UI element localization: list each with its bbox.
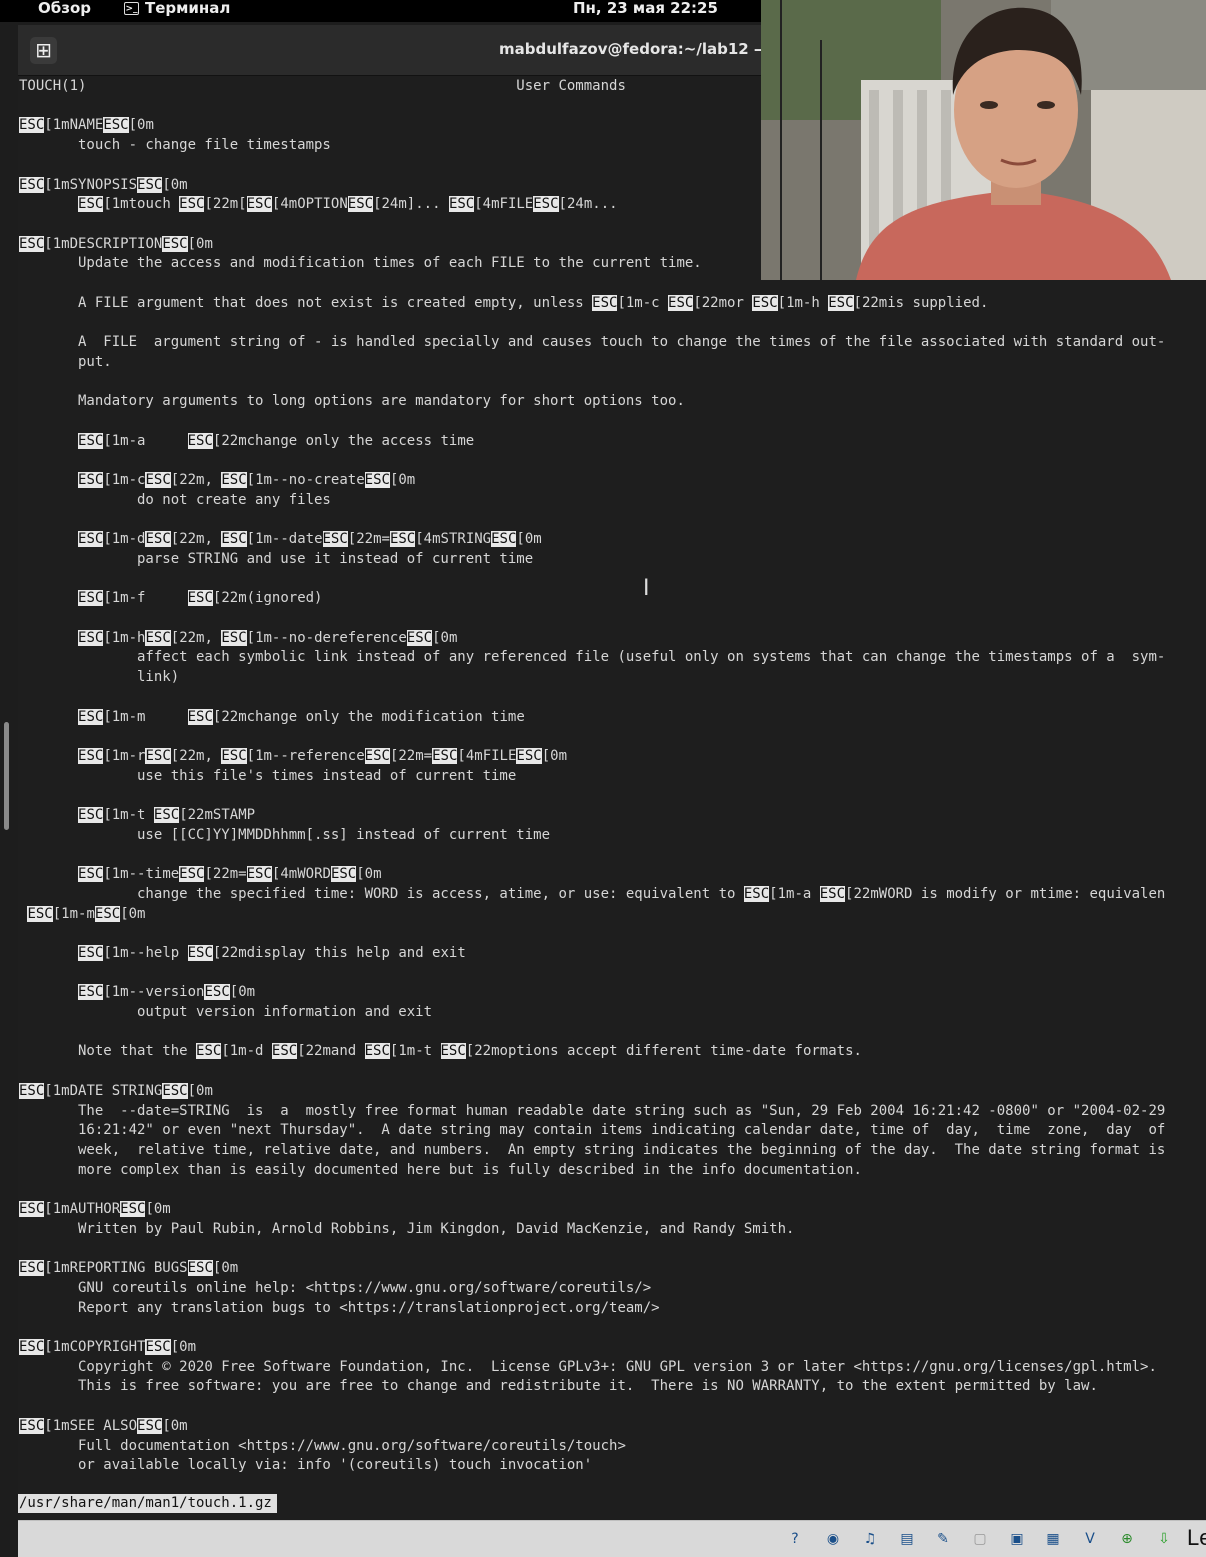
terminal-scrollbar-thumb[interactable] — [4, 722, 9, 830]
mouse-integration-icon[interactable]: ⊕ — [1115, 1527, 1139, 1551]
esc-control-char: ESC — [828, 294, 854, 311]
download-icon[interactable]: ⇩ — [1152, 1527, 1176, 1551]
esc-control-char: ESC — [137, 176, 163, 193]
esc-control-char: ESC — [78, 629, 104, 646]
esc-control-char: ESC — [668, 294, 694, 311]
esc-control-char: ESC — [743, 885, 770, 902]
esc-control-char: ESC — [78, 432, 104, 449]
esc-control-char: ESC — [78, 708, 104, 725]
esc-control-char: ESC — [364, 747, 390, 764]
virtualbox-status-bar: ? ◉ ♫ ▤ ✎ ▢ ▣ ▦ V ⊕ ⇩ Le — [18, 1520, 1206, 1557]
esc-control-char: ESC — [162, 235, 188, 252]
esc-control-char: ESC — [145, 472, 171, 489]
esc-control-char: ESC — [448, 196, 475, 213]
esc-control-char: ESC — [19, 1201, 45, 1218]
esc-control-char: ESC — [347, 196, 374, 213]
esc-control-char: ESC — [516, 747, 542, 764]
app-menu-label: Терминал — [145, 0, 231, 17]
esc-control-char: ESC — [406, 629, 433, 646]
activities-overview-button[interactable]: Обзор — [38, 0, 91, 17]
esc-control-char: ESC — [78, 590, 104, 607]
new-tab-button[interactable]: ⊞ — [30, 37, 57, 64]
esc-control-char: ESC — [19, 235, 45, 252]
esc-control-char: ESC — [27, 905, 53, 922]
esc-control-char: ESC — [592, 294, 618, 311]
display-icon[interactable]: ▣ — [1005, 1527, 1029, 1551]
audio-icon[interactable]: ♫ — [858, 1527, 882, 1551]
esc-control-char: ESC — [145, 531, 171, 548]
virtualization-icon[interactable]: V — [1078, 1527, 1102, 1551]
esc-control-char: ESC — [364, 1043, 390, 1060]
new-tab-icon: ⊞ — [35, 38, 52, 62]
esc-control-char: ESC — [364, 472, 390, 489]
esc-control-char: ESC — [19, 117, 45, 134]
man-pager-status-line: /usr/share/man/man1/touch.1.gz — [18, 1494, 277, 1513]
esc-control-char: ESC — [137, 1417, 163, 1434]
shared-folder-icon[interactable]: ▢ — [968, 1527, 992, 1551]
esc-control-char: ESC — [187, 708, 213, 725]
esc-control-char: ESC — [145, 629, 171, 646]
esc-control-char: ESC — [221, 531, 247, 548]
esc-control-char: ESC — [187, 944, 213, 961]
man-page-text: TOUCH(1) User Commands ESC[1mNAMEESC[0m … — [19, 78, 1166, 1474]
esc-control-char: ESC — [78, 531, 104, 548]
esc-control-char: ESC — [78, 747, 104, 764]
help-icon[interactable]: ? — [783, 1527, 807, 1551]
esc-control-char: ESC — [204, 984, 230, 1001]
network-icon[interactable]: ▤ — [895, 1527, 919, 1551]
esc-control-char: ESC — [389, 531, 416, 548]
clock[interactable]: Пн, 23 мая 22:25 — [573, 0, 718, 17]
esc-control-char: ESC — [19, 1417, 45, 1434]
esc-control-char: ESC — [78, 807, 104, 824]
esc-control-char: ESC — [78, 866, 104, 883]
esc-control-char: ESC — [322, 531, 348, 548]
screen-capture-icon[interactable]: ▦ — [1041, 1527, 1065, 1551]
esc-control-char: ESC — [94, 905, 121, 922]
app-menu-terminal[interactable]: >_ Терминал — [124, 0, 230, 17]
esc-control-char: ESC — [271, 1043, 298, 1060]
esc-control-char: ESC — [752, 294, 778, 311]
optical-disk-icon[interactable]: ◉ — [821, 1527, 845, 1551]
esc-control-char: ESC — [187, 432, 213, 449]
esc-control-char: ESC — [78, 984, 104, 1001]
esc-control-char: ESC — [187, 590, 213, 607]
esc-control-char: ESC — [78, 196, 104, 213]
esc-control-char: ESC — [179, 866, 205, 883]
esc-control-char: ESC — [19, 1260, 45, 1277]
host-key-indicator: Le — [1187, 1525, 1206, 1550]
esc-control-char: ESC — [432, 747, 458, 764]
terminal-viewport[interactable]: TOUCH(1) User Commands ESC[1mNAMEESC[0m … — [18, 77, 1206, 1542]
esc-control-char: ESC — [19, 1082, 45, 1099]
esc-control-char: ESC — [179, 196, 205, 213]
esc-control-char: ESC — [196, 1043, 222, 1060]
window-title: mabdulfazov@fedora:~/lab12 — ba — [499, 40, 795, 58]
esc-control-char: ESC — [78, 944, 104, 961]
text-cursor-ibeam-icon: I — [643, 576, 650, 601]
esc-control-char: ESC — [330, 866, 357, 883]
esc-control-char: ESC — [153, 807, 180, 824]
esc-control-char: ESC — [162, 1082, 188, 1099]
esc-control-char: ESC — [103, 117, 129, 134]
esc-control-char: ESC — [491, 531, 517, 548]
esc-control-char: ESC — [246, 196, 272, 213]
esc-control-char: ESC — [246, 866, 272, 883]
esc-control-char: ESC — [221, 472, 247, 489]
esc-control-char: ESC — [187, 1260, 213, 1277]
esc-control-char: ESC — [120, 1201, 146, 1218]
terminal-icon: >_ — [124, 2, 139, 15]
esc-control-char: ESC — [533, 196, 559, 213]
esc-control-char: ESC — [78, 472, 104, 489]
esc-control-char: ESC — [221, 629, 247, 646]
esc-control-char: ESC — [221, 747, 247, 764]
esc-control-char: ESC — [145, 1339, 171, 1355]
esc-control-char: ESC — [19, 176, 45, 193]
webcam-person-image — [761, 0, 1206, 280]
esc-control-char: ESC — [19, 1339, 45, 1355]
usb-icon[interactable]: ✎ — [931, 1527, 955, 1551]
webcam-overlay — [761, 0, 1206, 280]
esc-control-char: ESC — [819, 885, 846, 902]
esc-control-char: ESC — [440, 1043, 466, 1060]
esc-control-char: ESC — [145, 747, 171, 764]
